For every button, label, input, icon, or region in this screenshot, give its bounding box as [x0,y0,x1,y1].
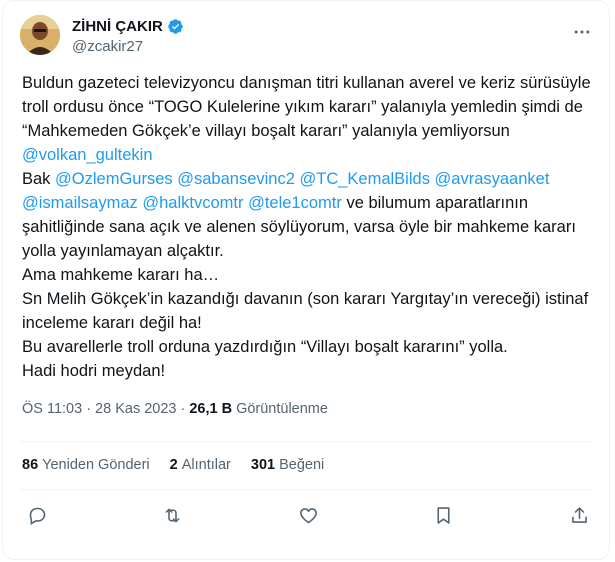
mention-link[interactable]: @sabansevinc2 [177,170,295,188]
retweets-label: Yeniden Gönderi [42,457,150,473]
divider [21,441,593,442]
retweet-icon[interactable] [161,503,185,527]
retweets-count: 86 [22,457,39,473]
likes-stat[interactable]: 301 Beğeni [251,457,324,473]
tweet-date[interactable]: 28 Kas 2023 [95,401,176,417]
meta-separator: · [180,401,186,417]
reply-icon[interactable] [25,503,49,527]
views-label: Görüntülenme [236,401,328,417]
quotes-count: 2 [169,457,178,473]
author-handle[interactable]: @zcakir27 [72,38,184,55]
tweet-header: ZİHNİ ÇAKIR @zcakir27 [20,15,593,63]
likes-count: 301 [250,457,276,473]
more-options-icon[interactable] [571,21,593,43]
tweet-line-3: Ama mahkeme kararı ha… [22,266,220,284]
bookmark-icon[interactable] [432,503,456,527]
mention-link[interactable]: @avrasyaanket [435,170,550,188]
retweets-stat[interactable]: 86 Yeniden Gönderi [22,457,150,473]
avatar-image [20,15,60,55]
mention-link[interactable]: @halktvcomtr [142,194,243,212]
tweet-line-4: Sn Melih Gökçek’in kazandığı davanın (so… [22,290,589,332]
tweet-line-5: Bu avarellerle troll orduna yazdırdığın … [22,338,508,356]
tweet-line-2-prefix: Bak [22,170,56,188]
action-bar [25,503,591,527]
meta-separator: · [86,401,92,417]
verified-badge-icon [167,18,184,35]
likes-label: Beğeni [279,457,325,473]
tweet-time[interactable]: ÖS 11:03 [22,401,82,417]
quotes-stat[interactable]: 2 Alıntılar [170,457,231,473]
divider [21,489,593,490]
display-name[interactable]: ZİHNİ ÇAKIR [72,18,163,35]
author-block: ZİHNİ ÇAKIR @zcakir27 [72,18,184,55]
tweet-line-6: Hadi hodri meydan! [22,362,166,380]
tweet-paragraph-1: Buldun gazeteci televizyoncu danışman ti… [22,71,602,167]
mention-link[interactable]: @volkan_gultekin [22,146,153,164]
tweet-paragraph-2: Bak @OzlemGurses @sabansevinc2 @TC_Kemal… [22,167,602,263]
mention-link[interactable]: @tele1comtr [248,194,342,212]
mention-link[interactable]: @ismailsaymaz [22,194,138,212]
tweet-line-1: Buldun gazeteci televizyoncu danışman ti… [22,74,591,140]
mention-link[interactable]: @TC_KemalBilds [299,170,429,188]
mention-link[interactable]: @OzlemGurses [55,170,173,188]
quotes-label: Alıntılar [181,457,231,473]
avatar[interactable] [20,15,60,55]
like-icon[interactable] [296,503,320,527]
engagement-stats: 86 Yeniden Gönderi 2 Alıntılar 301 Beğeni [22,457,324,473]
views-count: 26,1 B [189,401,233,417]
tweet-meta: ÖS 11:03 · 28 Kas 2023 · 26,1 B Görüntül… [22,401,328,417]
tweet-card: ZİHNİ ÇAKIR @zcakir27 Buldun gazeteci te… [2,0,610,560]
share-icon[interactable] [567,503,591,527]
tweet-text: Buldun gazeteci televizyoncu danışman ti… [22,71,602,383]
